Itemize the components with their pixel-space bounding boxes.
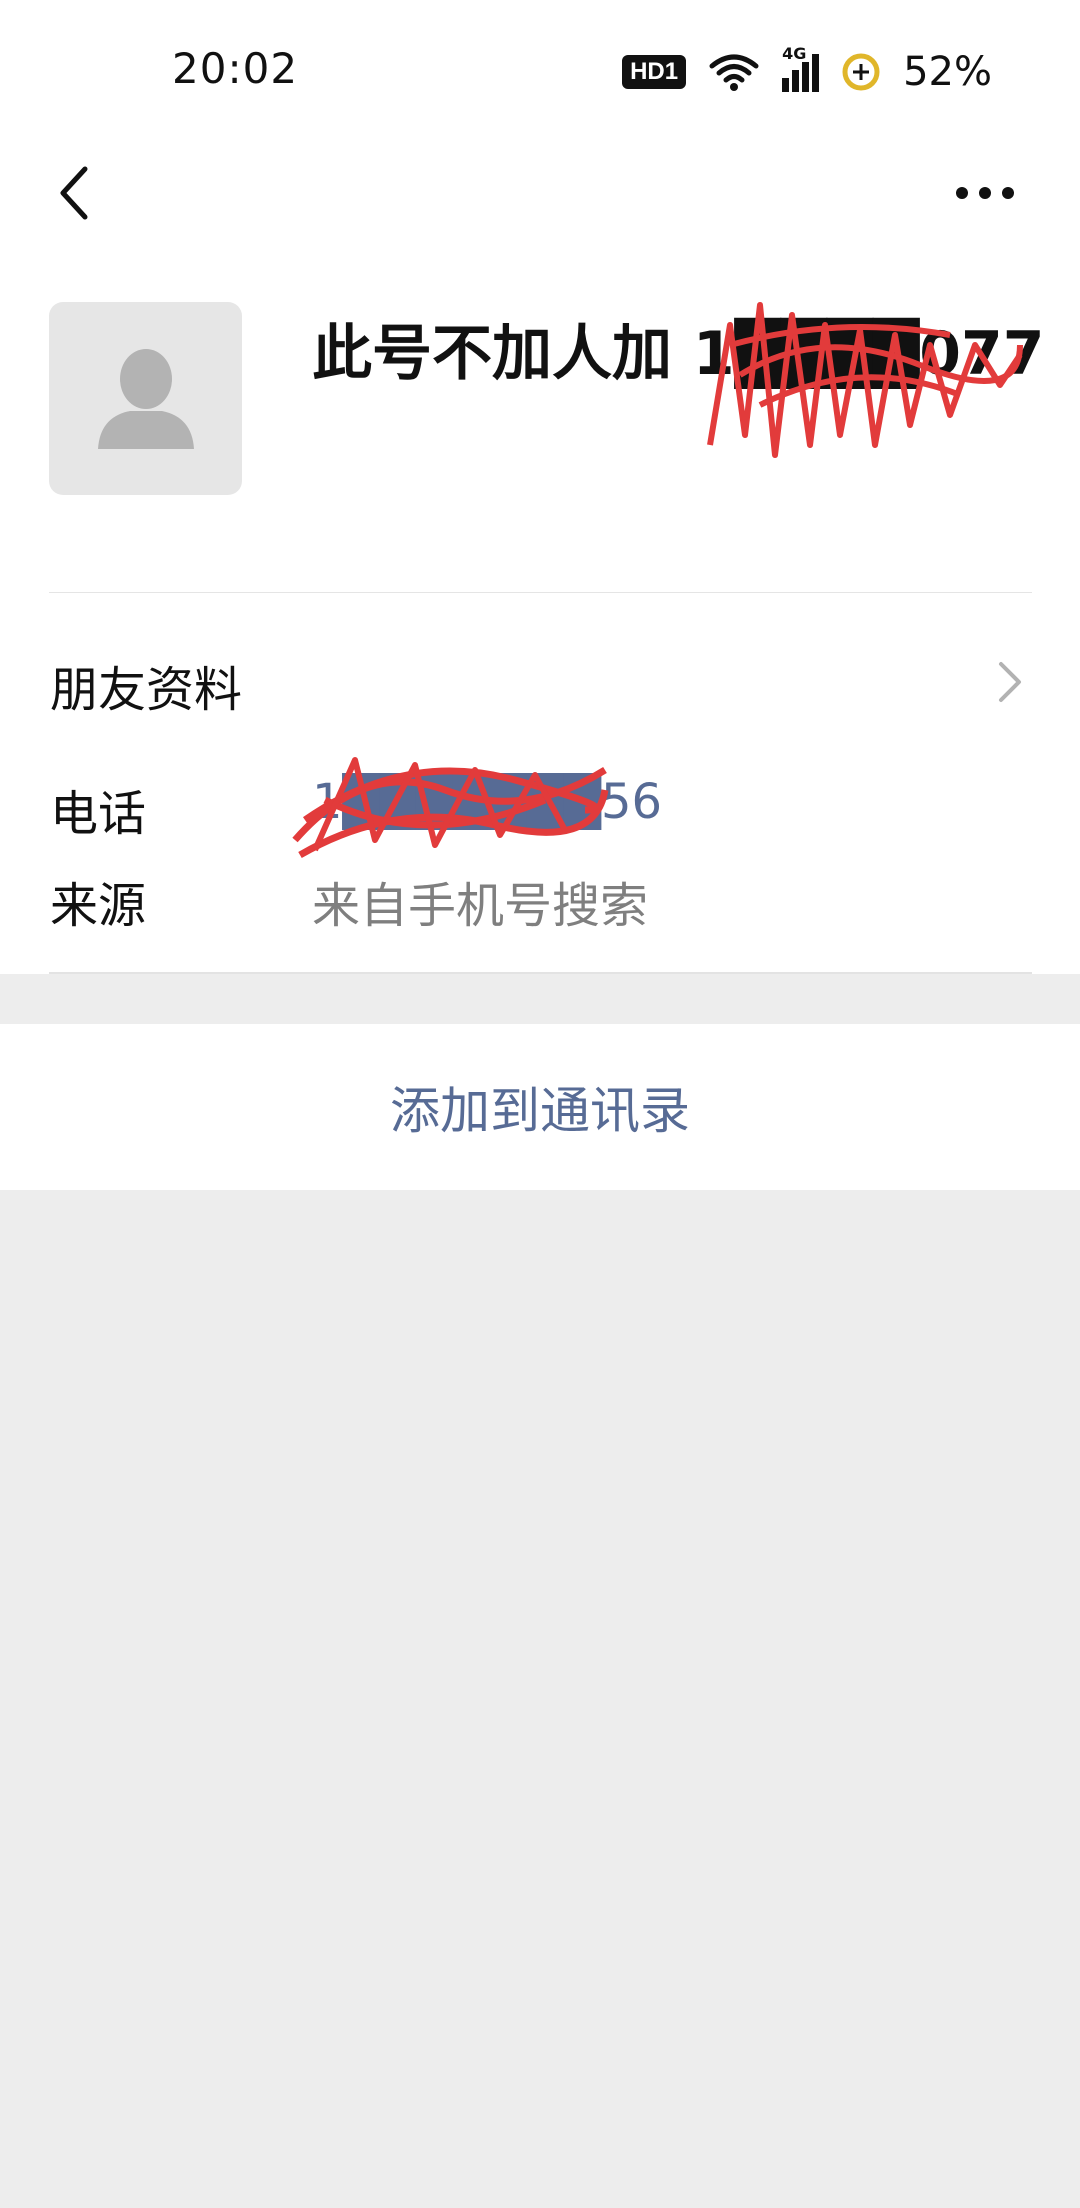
status-time: 20:02 <box>172 44 299 93</box>
more-dots-icon <box>956 187 1014 199</box>
wifi-icon <box>709 54 759 91</box>
friend-info-row[interactable]: 朋友资料 <box>0 620 1080 740</box>
phone-value[interactable]: 1███████56 <box>312 774 662 830</box>
default-avatar-icon <box>97 348 194 449</box>
divider <box>49 972 1032 974</box>
network-type-label: 4G <box>782 44 807 63</box>
add-to-contacts-button[interactable]: 添加到通讯录 <box>0 1024 1080 1190</box>
status-icons: HD1 4G 52% <box>622 44 992 100</box>
nav-bar <box>0 140 1080 250</box>
source-row: 来源 来自手机号搜索 <box>0 848 1080 938</box>
phone-row: 电话 1███████56 <box>0 756 1080 846</box>
back-button[interactable] <box>30 148 120 238</box>
divider <box>49 592 1032 593</box>
friend-info-label: 朋友资料 <box>50 662 243 718</box>
chevron-right-icon <box>990 652 1030 712</box>
profile-card: 20:02 HD1 4G 52% 此号不加人加 1████077 朋友资料 电话… <box>0 0 1080 974</box>
more-button[interactable] <box>930 148 1040 238</box>
battery-percent: 52% <box>903 49 992 95</box>
chevron-left-icon <box>60 166 88 220</box>
battery-saver-icon <box>842 53 880 91</box>
phone-label: 电话 <box>50 786 147 842</box>
status-bar: 20:02 HD1 4G 52% <box>0 0 1080 140</box>
source-value: 来自手机号搜索 <box>312 878 649 934</box>
hd-icon: HD1 <box>622 55 687 89</box>
signal-icon: 4G <box>782 44 820 92</box>
add-to-contacts-label: 添加到通讯录 <box>390 1082 690 1140</box>
display-name: 此号不加人加 1████077 <box>312 319 1045 389</box>
source-label: 来源 <box>50 878 147 934</box>
avatar[interactable] <box>49 302 242 495</box>
